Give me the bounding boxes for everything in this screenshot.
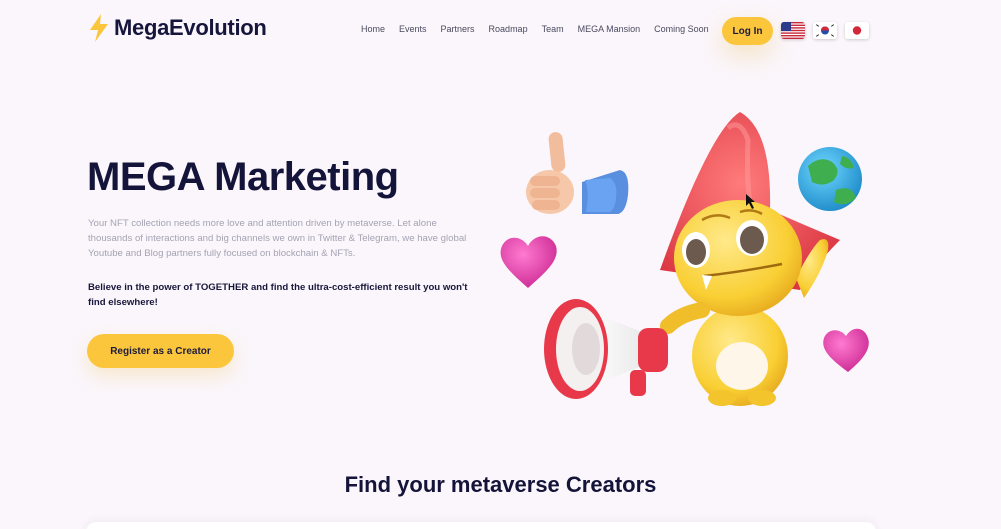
hero-illustration [500,112,869,406]
nav-item-team[interactable]: Team [542,24,564,34]
us-flag-icon[interactable] [781,22,805,39]
nav-item-coming-soon[interactable]: Coming Soon [654,24,709,34]
thumbs-up-icon [526,132,629,214]
creators-card [86,522,876,529]
nav-item-partners[interactable]: Partners [441,24,475,34]
main-nav: Home Events Partners Roadmap Team MEGA M… [361,24,723,34]
jp-flag-icon[interactable] [845,22,869,39]
section-title: Find your metaverse Creators [344,472,657,497]
globe-icon [798,147,862,211]
nav-item-roadmap[interactable]: Roadmap [489,24,528,34]
login-button[interactable]: Log In [722,17,773,45]
heart-icon-small [823,328,869,372]
brand-name: MegaEvolution [114,15,267,40]
nav-item-events[interactable]: Events [399,24,427,34]
site-header: MegaEvolution Home Events Partners Roadm… [0,0,1001,62]
kr-flag-icon[interactable] [813,22,837,39]
brand-logo[interactable]: MegaEvolution [88,14,267,42]
nav-item-mega-mansion[interactable]: MEGA Mansion [578,24,641,34]
register-creator-button[interactable]: Register as a Creator [87,334,234,368]
heart-icon [500,236,557,288]
hero-description: Your NFT collection needs more love and … [88,218,467,259]
hero-highlight: Believe in the power of TOGETHER and fin… [88,282,468,308]
lightning-bolt-icon [90,14,108,42]
nav-item-home[interactable]: Home [361,24,385,34]
megaphone-icon [544,299,668,399]
hero-title: MEGA Marketing [87,155,399,199]
